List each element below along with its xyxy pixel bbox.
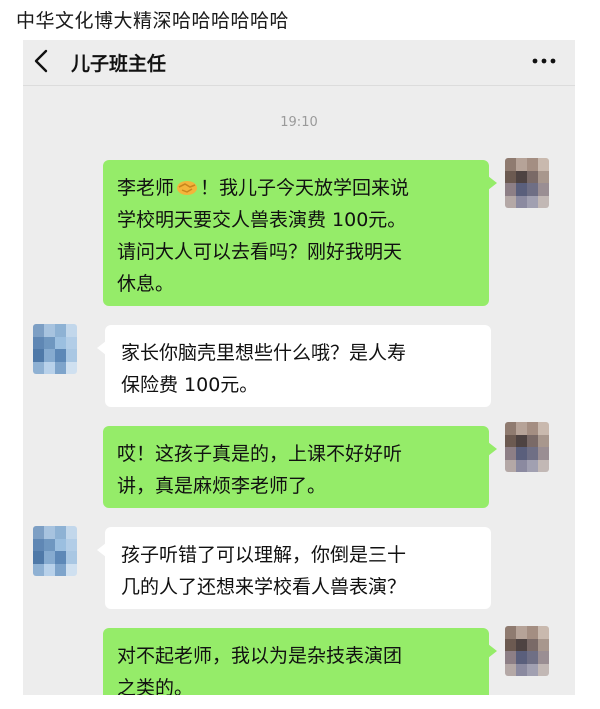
message-line: 哎！这孩子真是的，上课不好好听 <box>117 443 403 465</box>
more-dots-icon <box>532 58 556 64</box>
message-line: 孩子听错了可以理解，你倒是三十 <box>121 544 407 566</box>
message-timestamp: 19:10 <box>280 115 318 130</box>
message-line: 学校明天要交人兽表演费 100元。 <box>117 209 407 231</box>
chat-window: 儿子班主任 19:10 李老师 ！我儿子今天放学回来说 学校明天要交人兽表演费 1… <box>23 40 575 695</box>
message-line: 李老师 ！我儿子今天放学回来说 <box>117 177 410 199</box>
chat-title: 儿子班主任 <box>71 53 167 75</box>
chevron-left-icon <box>34 49 48 73</box>
message-bubble-received[interactable]: 家长你脑壳里想些什么哦？是人寿 保险费 100元。 <box>97 325 491 407</box>
message-line: 家长你脑壳里想些什么哦？是人寿 <box>121 342 407 364</box>
message-line: 几的人了还想来学校看人兽表演？ <box>121 576 407 598</box>
message-bubble-sent[interactable]: 哎！这孩子真是的，上课不好好听 讲，真是麻烦李老师了。 <box>103 426 497 508</box>
chat-header: 儿子班主任 <box>23 40 575 86</box>
avatar-self[interactable] <box>505 626 549 676</box>
message-line: 休息。 <box>117 273 175 295</box>
message-line: 保险费 100元。 <box>121 374 259 396</box>
message-line: 之类的。 <box>117 677 194 695</box>
message-bubble-sent[interactable]: 李老师 ！我儿子今天放学回来说 学校明天要交人兽表演费 100元。 请问大人可以去… <box>103 160 497 306</box>
message-bubble-received[interactable]: 孩子听错了可以理解，你倒是三十 几的人了还想来学校看人兽表演？ <box>97 527 491 609</box>
more-button[interactable] <box>531 48 557 78</box>
avatar-teacher[interactable] <box>33 324 77 374</box>
avatar-teacher[interactable] <box>33 526 77 576</box>
message-line: 对不起老师，我以为是杂技表演团 <box>117 645 403 667</box>
message-line: 请问大人可以去看吗？刚好我明天 <box>117 241 403 263</box>
handshake-emoji-icon <box>177 181 198 195</box>
message-line: 讲，真是麻烦李老师了。 <box>117 475 327 497</box>
message-bubble-sent[interactable]: 对不起老师，我以为是杂技表演团 之类的。 <box>103 628 497 695</box>
back-button[interactable] <box>33 48 49 74</box>
avatar-self[interactable] <box>505 422 549 472</box>
avatar-self[interactable] <box>505 158 549 208</box>
post-caption: 中华文化博大精深哈哈哈哈哈哈 <box>16 10 290 32</box>
